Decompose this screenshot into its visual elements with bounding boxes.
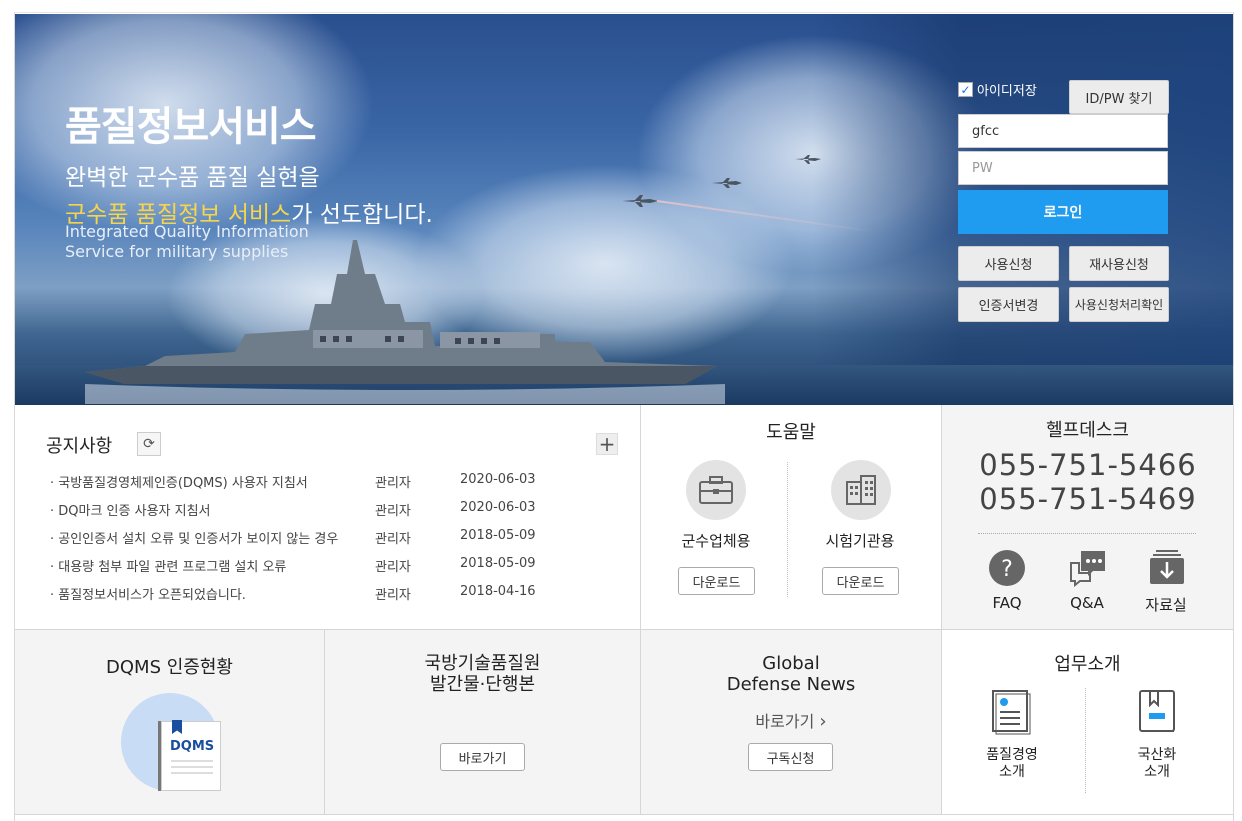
notice-item-author: 관리자 xyxy=(375,560,411,575)
publication-go-button[interactable]: 바로가기 xyxy=(440,743,525,771)
hero-subtitle-1: 완벽한 군수품 품질 실현을 xyxy=(65,165,320,191)
notice-item-title[interactable]: · 공인인증서 설치 오류 및 인증서가 보이지 않는 경우 xyxy=(50,528,375,548)
archive-label[interactable]: 자료실 xyxy=(1131,594,1201,615)
publication-title-line2: 발간물·단행본 xyxy=(429,674,536,695)
divider xyxy=(787,462,788,597)
localization-intro-line2[interactable]: 소개 xyxy=(1107,764,1207,781)
archive-download-icon[interactable] xyxy=(1148,548,1186,586)
chevron-right-icon: › xyxy=(819,711,827,732)
notice-item[interactable]: · 국방품질경영체제인증(DQMS) 사용자 지침서 관리자 2020-06-0… xyxy=(50,472,550,492)
qna-label[interactable]: Q&A xyxy=(1052,594,1122,612)
divider xyxy=(640,405,641,815)
plane-icon xyxy=(795,155,821,164)
notice-item-title[interactable]: · 품질정보서비스가 오픈되었습니다. xyxy=(50,584,375,604)
briefcase-icon xyxy=(686,460,746,520)
dqms-book-icon[interactable]: DQMS xyxy=(161,720,221,791)
divider xyxy=(978,533,1196,534)
notice-item-title[interactable]: · 대용량 첨부 파일 관련 프로그램 설치 오류 xyxy=(50,556,375,576)
notice-item-author: 관리자 xyxy=(375,504,411,519)
lab-label: 시험기관용 xyxy=(825,532,895,550)
news-title-line2: Defense News xyxy=(726,674,856,695)
id-input[interactable] xyxy=(958,114,1168,148)
notice-item-author: 관리자 xyxy=(375,588,411,603)
plane-icon xyxy=(622,195,658,207)
divider xyxy=(15,629,1233,630)
localization-intro-line1[interactable]: 국산화 xyxy=(1107,747,1207,764)
news-title-line1: Global xyxy=(762,653,820,674)
notice-item-author: 관리자 xyxy=(375,476,411,491)
notice-item-date: 2018-05-09 xyxy=(460,556,536,571)
hero-subtitle-rest: 가 선도합니다. xyxy=(291,202,433,228)
reapply-button[interactable]: 재사용신청 xyxy=(1069,246,1169,281)
divider xyxy=(941,405,942,815)
refresh-icon[interactable]: ⟳ xyxy=(137,432,161,456)
localization-intro-label[interactable]: 국산화 소개 xyxy=(1107,747,1207,781)
line-decor xyxy=(171,772,213,774)
helpdesk-title: 헬프데스크 xyxy=(1046,420,1129,441)
line-decor xyxy=(171,766,213,768)
news-go-label[interactable]: 바로가기 xyxy=(755,712,814,731)
hero-title: 품질정보서비스 xyxy=(65,104,317,150)
faq-label[interactable]: FAQ xyxy=(972,594,1042,612)
notice-item[interactable]: · DQ마크 인증 사용자 지침서 관리자 2020-06-03 xyxy=(50,500,550,520)
chat-icon[interactable] xyxy=(1068,549,1108,587)
pw-input[interactable] xyxy=(958,151,1168,185)
building-icon xyxy=(831,460,891,520)
more-plus-icon[interactable]: + xyxy=(596,433,618,455)
help-title: 도움말 xyxy=(766,422,816,443)
subscribe-button[interactable]: 구독신청 xyxy=(748,743,833,771)
notice-item-title[interactable]: · 국방품질경영체제인증(DQMS) 사용자 지침서 xyxy=(50,472,375,492)
phone-2: 055-751-5469 xyxy=(979,482,1197,516)
bookmark-icon xyxy=(172,720,182,734)
phone-1: 055-751-5466 xyxy=(979,448,1197,482)
hero-english-line2: Service for military supplies xyxy=(65,242,289,261)
notice-item-title[interactable]: · DQ마크 인증 사용자 지침서 xyxy=(50,500,375,520)
notice-item-date: 2020-06-03 xyxy=(460,500,536,515)
notice-item[interactable]: · 대용량 첨부 파일 관련 프로그램 설치 오류 관리자 2018-05-09 xyxy=(50,556,550,576)
find-idpw-button[interactable]: ID/PW 찾기 xyxy=(1069,80,1169,114)
dqms-book-label: DQMS xyxy=(170,739,215,754)
notice-item-date: 2018-04-16 xyxy=(460,584,536,599)
company-label: 군수업체용 xyxy=(681,532,751,550)
publication-title-line1: 국방기술품질원 xyxy=(424,653,541,674)
news-title: Global Defense News xyxy=(641,653,941,695)
notice-item[interactable]: · 공인인증서 설치 오류 및 인증서가 보이지 않는 경우 관리자 2018-… xyxy=(50,528,550,548)
quality-intro-label[interactable]: 품질경영 소개 xyxy=(962,747,1062,781)
divider xyxy=(1085,688,1086,793)
check-icon[interactable]: ✓ xyxy=(958,82,973,97)
line-decor xyxy=(171,760,213,762)
notice-title: 공지사항 xyxy=(46,436,113,457)
quality-intro-line1[interactable]: 품질경영 xyxy=(962,747,1062,764)
book-icon[interactable] xyxy=(1138,689,1178,735)
hero-english-line1: Integrated Quality Information xyxy=(65,222,309,241)
plane-icon xyxy=(712,178,742,188)
notice-item-author: 관리자 xyxy=(375,532,411,547)
apply-check-button[interactable]: 사용신청처리확인 xyxy=(1069,287,1169,322)
divider xyxy=(15,814,1233,815)
news-go-link[interactable]: 바로가기 › xyxy=(641,708,941,732)
dqms-title: DQMS 인증현황 xyxy=(106,657,233,678)
question-icon[interactable]: ? xyxy=(988,549,1026,587)
hero-english: Integrated Quality Information Service f… xyxy=(65,222,309,262)
company-download-button[interactable]: 다운로드 xyxy=(678,567,755,595)
notice-item-date: 2020-06-03 xyxy=(460,472,536,487)
login-button[interactable]: 로그인 xyxy=(958,190,1168,234)
document-icon[interactable] xyxy=(991,689,1033,735)
notice-item-date: 2018-05-09 xyxy=(460,528,536,543)
apply-button[interactable]: 사용신청 xyxy=(958,246,1059,281)
notice-item[interactable]: · 품질정보서비스가 오픈되었습니다. 관리자 2018-04-16 xyxy=(50,584,550,604)
work-title: 업무소개 xyxy=(1054,654,1121,675)
save-id-label: 아이디저장 xyxy=(977,84,1037,99)
quality-intro-line2[interactable]: 소개 xyxy=(962,764,1062,781)
cert-change-button[interactable]: 인증서변경 xyxy=(958,287,1059,322)
publication-title: 국방기술품질원 발간물·단행본 xyxy=(325,653,640,695)
lab-download-button[interactable]: 다운로드 xyxy=(822,567,899,595)
save-id-checkbox[interactable]: ✓ 아이디저장 xyxy=(958,80,1037,99)
svg-text:?: ? xyxy=(1001,557,1013,582)
